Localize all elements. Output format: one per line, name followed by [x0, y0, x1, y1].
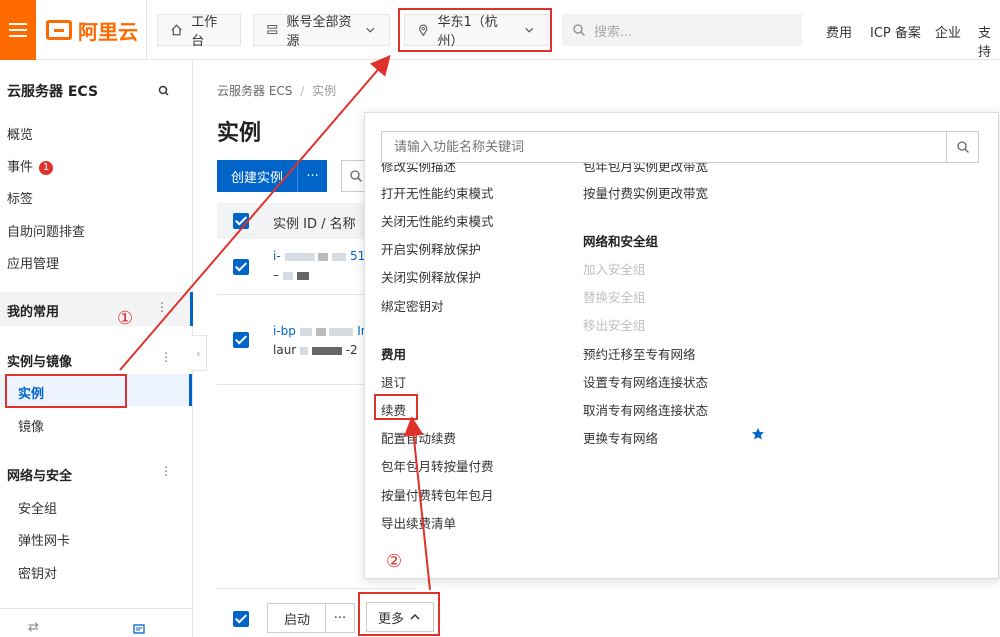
top-navigation-bar: 阿里云 工作台 账号全部资源 华东1（杭州） 搜索... 费用 ICP 备案 企…	[0, 0, 1000, 60]
create-instance-button-group: 创建实例 ···	[217, 160, 328, 192]
home-icon	[171, 24, 182, 36]
nav-enterprise[interactable]: 企业	[935, 22, 961, 41]
function-search-input[interactable]	[382, 132, 946, 162]
menu-item-enable-release-protection[interactable]: 开启实例释放保护	[381, 239, 481, 258]
column-instance-id: 实例 ID / 名称	[273, 217, 356, 232]
menu-item-unsubscribe[interactable]: 退订	[381, 372, 406, 391]
global-search-input[interactable]: 搜索...	[562, 14, 802, 46]
event-count-badge: 1	[39, 160, 54, 175]
nav-billing[interactable]: 费用	[826, 22, 852, 41]
create-more-button[interactable]: ···	[297, 160, 327, 192]
menu-item-disable-unlimited[interactable]: 关闭无性能约束模式	[381, 211, 494, 230]
menu-item-bind-keypair[interactable]: 绑定密钥对	[381, 296, 444, 315]
sidebar-group-favorites[interactable]: 我的常用 ⋮	[0, 292, 192, 326]
sidebar-item-events[interactable]: 事件 1	[7, 156, 54, 175]
sidebar-item-overview[interactable]: 概览	[7, 124, 33, 143]
menu-section-network: 网络和安全组	[583, 234, 659, 249]
chevron-down-icon	[366, 27, 375, 33]
menu-item-cancel-vpc-connection[interactable]: 取消专有网络连接状态	[583, 400, 708, 419]
bulk-more-dots-button[interactable]: ···	[325, 603, 355, 633]
divider	[146, 0, 147, 60]
scroll-clipped-row: 修改实例描述 包年包月实例更改带宽	[381, 163, 979, 175]
search-icon	[573, 24, 585, 36]
more-actions-dropdown: 修改实例描述 包年包月实例更改带宽 打开无性能约束模式 关闭无性能约束模式 开启…	[364, 112, 999, 579]
start-button[interactable]: 启动	[267, 603, 327, 633]
sidebar-group-instances[interactable]: 实例与镜像	[7, 351, 72, 370]
menu-item-payg-to-subscription[interactable]: 按量付费转包年包月	[381, 485, 494, 504]
breadcrumb-ecs[interactable]: 云服务器 ECS	[217, 84, 292, 98]
menu-icon[interactable]	[0, 0, 36, 60]
row-checkbox[interactable]	[233, 332, 249, 348]
more-vertical-icon[interactable]: ⋮	[160, 464, 172, 478]
instance-id-link[interactable]: i- 51y	[273, 249, 372, 263]
step-1-label: ①	[117, 308, 134, 329]
instance-name: laur -2	[273, 343, 358, 357]
sidebar-item-tags[interactable]: 标签	[7, 188, 33, 207]
aliyun-logo[interactable]: 阿里云	[46, 16, 138, 44]
menu-item-remove-security-group: 移出安全组	[583, 318, 646, 333]
more-vertical-icon[interactable]: ⋮	[156, 300, 168, 314]
step-2-label: ②	[386, 551, 403, 572]
instances-highlight-box	[5, 374, 127, 408]
search-icon[interactable]	[157, 84, 171, 98]
sidebar-item-eni[interactable]: 弹性网卡	[18, 530, 70, 549]
sidebar-item-keypair[interactable]: 密钥对	[18, 563, 57, 582]
resource-scope-select[interactable]: 账号全部资源	[253, 14, 390, 49]
divider	[0, 608, 192, 609]
nav-support[interactable]: 支持	[978, 22, 1000, 60]
logo-text: 阿里云	[78, 19, 138, 44]
nav-icp[interactable]: ICP 备案	[870, 22, 921, 41]
breadcrumb: 云服务器 ECS / 实例	[217, 84, 337, 98]
instance-name: –	[273, 268, 309, 282]
menu-section-billing: 费用	[381, 347, 407, 362]
menu-item-set-vpc-connection[interactable]: 设置专有网络连接状态	[583, 372, 708, 391]
workbench-button[interactable]: 工作台	[157, 14, 241, 49]
menu-item-change-vpc[interactable]: 更换专有网络	[583, 428, 658, 447]
menu-item-payg-change-bandwidth[interactable]: 按量付费实例更改带宽	[583, 183, 708, 202]
sidebar-title: 云服务器 ECS	[7, 84, 99, 100]
aliyun-logo-icon	[46, 20, 72, 40]
menu-item-migrate-to-vpc[interactable]: 预约迁移至专有网络	[583, 344, 696, 363]
list-icon	[267, 25, 278, 35]
bulk-select-checkbox[interactable]	[233, 611, 249, 627]
sidebar: 云服务器 ECS 概览 事件 1 标签 自助问题排查 应用管理 我的常用 ⋮ 实例…	[0, 60, 193, 637]
star-icon[interactable]	[751, 427, 765, 441]
sidebar-item-security-group[interactable]: 安全组	[18, 498, 57, 517]
more-vertical-icon[interactable]: ⋮	[160, 350, 172, 364]
menu-item-subscription-to-payg[interactable]: 包年包月转按量付费	[381, 456, 494, 475]
select-all-checkbox[interactable]	[233, 213, 249, 229]
sidebar-item-images[interactable]: 镜像	[18, 416, 44, 435]
search-icon[interactable]	[946, 132, 978, 162]
switch-icon[interactable]: ⇄	[28, 620, 39, 635]
menu-item-enable-unlimited[interactable]: 打开无性能约束模式	[381, 183, 494, 202]
menu-item-join-security-group: 加入安全组	[583, 262, 646, 277]
row-checkbox[interactable]	[233, 259, 249, 275]
sidebar-group-network[interactable]: 网络与安全	[7, 465, 72, 484]
breadcrumb-instances: 实例	[312, 84, 337, 98]
region-highlight-box	[398, 8, 552, 52]
menu-item-export-renewal-list[interactable]: 导出续费清单	[381, 513, 456, 532]
sidebar-item-app-management[interactable]: 应用管理	[7, 253, 59, 272]
create-instance-button[interactable]: 创建实例	[217, 167, 297, 186]
menu-item-replace-security-group: 替换安全组	[583, 290, 646, 305]
sidebar-item-troubleshoot[interactable]: 自助问题排查	[7, 221, 85, 240]
more-button-highlight-box	[358, 592, 440, 636]
menu-item-auto-renew[interactable]: 配置自动续费	[381, 428, 456, 447]
menu-item-disable-release-protection[interactable]: 关闭实例释放保护	[381, 267, 481, 286]
instance-id-link[interactable]: i-bp Inc	[273, 324, 375, 338]
renew-highlight-box	[374, 394, 418, 420]
menu-item-change-bandwidth-subscription[interactable]: 包年包月实例更改带宽	[583, 163, 708, 175]
menu-item-modify-description[interactable]: 修改实例描述	[381, 163, 456, 175]
comment-icon[interactable]	[132, 623, 146, 637]
page-title: 实例	[217, 121, 262, 146]
function-search-field[interactable]	[381, 131, 979, 163]
search-icon	[350, 170, 362, 182]
